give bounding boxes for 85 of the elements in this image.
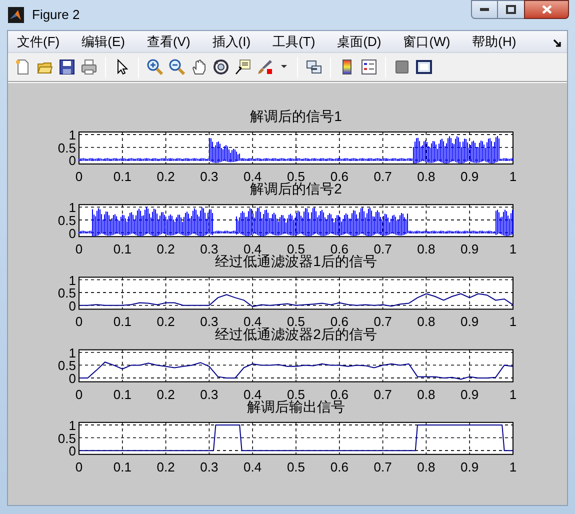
- tick-label: 0.5: [58, 140, 76, 156]
- app-logo-icon: [8, 7, 24, 23]
- tick-label: 0.9: [460, 314, 479, 330]
- tick-label: 0.1: [113, 386, 132, 402]
- tick-label: 1: [509, 242, 517, 257]
- menu-item[interactable]: 桌面(D): [332, 32, 386, 52]
- dock-arrow-icon[interactable]: [553, 39, 561, 47]
- tick-label: 0.8: [417, 169, 436, 184]
- zoom-out-icon[interactable]: [169, 59, 185, 75]
- tick-label: 0.1: [113, 459, 132, 474]
- close-icon: [542, 5, 552, 14]
- tick-label: 1: [509, 386, 517, 402]
- tick-label: 1: [509, 314, 517, 330]
- tick-label: 0.5: [286, 459, 306, 474]
- tick-label: 0.9: [460, 169, 479, 184]
- tick-label: 0.2: [156, 314, 175, 330]
- tick-label: 0.5: [58, 358, 76, 374]
- menu-item[interactable]: 文件(F): [12, 32, 65, 52]
- restore-icon: [506, 5, 516, 14]
- minimize-icon: [480, 8, 489, 11]
- tick-label: 0.2: [156, 242, 175, 257]
- minimize-button[interactable]: [471, 0, 498, 19]
- tick-label: 0.2: [156, 169, 175, 184]
- window-icon[interactable]: [416, 59, 432, 75]
- tick-label: 0.5: [58, 212, 76, 228]
- tick-label: 0.8: [417, 459, 436, 474]
- tick-label: 0.1: [113, 314, 132, 330]
- tick-label: 0: [68, 444, 76, 459]
- data-cursor-icon[interactable]: [235, 59, 251, 75]
- tick-label: 0.9: [460, 459, 479, 474]
- tick-label: 1: [509, 459, 517, 474]
- tick-label: 0.9: [460, 386, 479, 402]
- print-icon[interactable]: [81, 59, 97, 75]
- close-button[interactable]: [524, 0, 569, 19]
- maximize-button[interactable]: [498, 0, 524, 19]
- menu-item[interactable]: 帮助(H): [467, 32, 522, 52]
- tick-label: 0: [75, 242, 83, 257]
- menu-item[interactable]: 工具(T): [268, 32, 320, 52]
- tick-label: 1: [68, 418, 76, 433]
- window-title: Figure 2: [32, 6, 80, 24]
- tick-label: 0: [68, 298, 76, 314]
- tick-label: 1: [68, 200, 76, 216]
- menu-item[interactable]: 查看(V): [142, 32, 196, 52]
- rotate-icon[interactable]: [213, 59, 229, 75]
- menu-item[interactable]: 窗口(W): [398, 32, 456, 52]
- tick-label: 0: [75, 314, 83, 330]
- tick-label: 0.6: [330, 459, 348, 474]
- tick-label: 0.1: [113, 242, 132, 257]
- tick-label: 1: [68, 345, 76, 360]
- tick-label: 0.3: [200, 459, 218, 474]
- tick-label: 0: [75, 459, 83, 474]
- tick-label: 0.5: [58, 430, 76, 446]
- new-file-icon[interactable]: [15, 59, 31, 75]
- tick-label: 1: [509, 169, 517, 184]
- tick-label: 0: [75, 386, 83, 402]
- tick-label: 0.7: [374, 386, 392, 402]
- zoom-in-icon[interactable]: [147, 59, 163, 75]
- hand-icon[interactable]: [191, 59, 207, 75]
- tick-label: 0: [68, 153, 76, 168]
- tick-label: 0: [68, 370, 76, 386]
- tick-label: 1: [68, 272, 76, 288]
- tick-label: 0.3: [200, 386, 218, 402]
- chart-title: 解调后的信号1: [250, 108, 342, 124]
- tick-label: 0.3: [200, 169, 218, 184]
- tick-label: 0: [75, 169, 83, 184]
- menu-item[interactable]: 插入(I): [207, 32, 256, 52]
- tick-label: 0.7: [374, 169, 392, 184]
- legend-icon[interactable]: [361, 59, 377, 75]
- tick-label: 0.2: [156, 386, 175, 402]
- tick-label: 0.9: [460, 242, 479, 257]
- link-icon[interactable]: [306, 59, 322, 75]
- tick-label: 0.8: [417, 314, 436, 330]
- tick-label: 0.7: [374, 459, 392, 474]
- tick-label: 0.4: [244, 459, 262, 474]
- tick-label: 0: [68, 226, 76, 241]
- save-icon[interactable]: [59, 59, 75, 75]
- square-icon[interactable]: [394, 59, 410, 75]
- tick-label: 0.2: [156, 459, 175, 474]
- menu-item[interactable]: 编辑(E): [76, 32, 130, 52]
- tick-label: 0.8: [417, 242, 436, 257]
- brush-icon[interactable]: [257, 59, 273, 75]
- tick-label: 0.8: [417, 386, 436, 402]
- tick-label: 0.5: [58, 286, 76, 301]
- tick-label: 0.1: [113, 169, 132, 184]
- tick-label: 1: [68, 128, 76, 143]
